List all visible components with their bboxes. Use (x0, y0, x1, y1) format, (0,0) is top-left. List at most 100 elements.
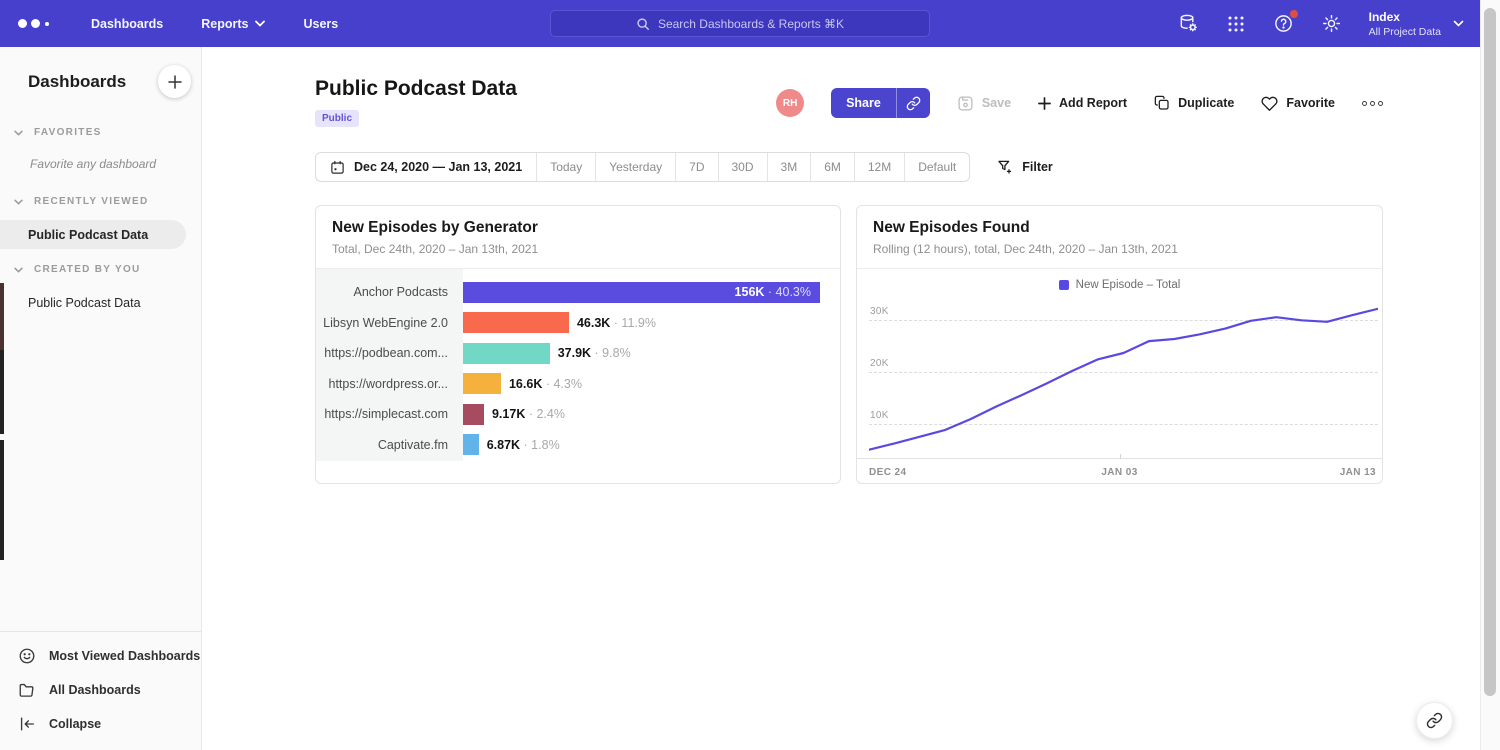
section-created-by-you[interactable]: CREATED BY YOU (0, 264, 201, 275)
share-link-fab[interactable] (1416, 702, 1453, 739)
bar-segment[interactable]: 156K · 40.3% (463, 282, 820, 303)
range-preset-30d[interactable]: 30D (718, 153, 767, 181)
card-title: New Episodes Found (873, 219, 1366, 237)
brand-logo[interactable] (18, 19, 49, 28)
x-tick-label: DEC 24 (869, 467, 906, 478)
nav-reports[interactable]: Reports (201, 17, 265, 31)
bar-row: https://wordpress.or...16.6K · 4.3% (316, 369, 840, 400)
range-preset-default[interactable]: Default (904, 153, 969, 181)
bar-segment[interactable] (463, 434, 479, 455)
search-icon (636, 17, 650, 31)
x-axis-tick (1120, 454, 1121, 459)
duplicate-icon (1154, 95, 1170, 111)
avatar[interactable]: RH (776, 89, 804, 117)
chevron-down-icon (14, 130, 23, 136)
card-header: New Episodes by Generator Total, Dec 24t… (316, 206, 840, 269)
link-icon (1426, 712, 1443, 729)
project-name: Index (1369, 10, 1441, 24)
sidebar-item-public-podcast-data-2[interactable]: Public Podcast Data (0, 288, 186, 317)
nav-users[interactable]: Users (303, 17, 338, 31)
x-axis: DEC 24 JAN 03 JAN 13 (857, 458, 1382, 483)
sidebar-footer: Most Viewed Dashboards All Dashboards Co… (0, 631, 201, 750)
bar-track: 6.87K · 1.8% (463, 434, 840, 455)
section-favorites[interactable]: FAVORITES (0, 127, 201, 138)
bar-segment[interactable] (463, 343, 550, 364)
apps-grid-icon[interactable] (1226, 14, 1246, 34)
screen-edge-artifact (0, 283, 4, 350)
more-options-button[interactable] (1362, 97, 1383, 110)
date-range-picker[interactable]: Dec 24, 2020 — Jan 13, 2021 (316, 153, 536, 181)
bar-category-label: https://podbean.com... (316, 346, 463, 360)
copy-share-link-button[interactable] (896, 88, 930, 118)
notification-badge (1290, 10, 1298, 18)
line-chart[interactable]: 10K20K30K (869, 300, 1378, 458)
favorite-label: Favorite (1286, 96, 1335, 110)
search-input[interactable]: Search Dashboards & Reports ⌘K (550, 10, 930, 37)
bar-row: https://podbean.com...37.9K · 9.8% (316, 338, 840, 369)
range-preset-6m[interactable]: 6M (810, 153, 854, 181)
date-filter-toolbar: Dec 24, 2020 — Jan 13, 2021 TodayYesterd… (315, 152, 1480, 182)
range-preset-12m[interactable]: 12M (854, 153, 904, 181)
bar-chart[interactable]: Anchor Podcasts 156K · 40.3% Libsyn WebEng… (316, 269, 840, 475)
bar-value-label: 156K · 40.3% (735, 285, 811, 299)
bar-track: 9.17K · 2.4% (463, 404, 840, 425)
main-content: Public Podcast Data Public RH Share (202, 47, 1480, 750)
bar-category-label: https://wordpress.or... (316, 377, 463, 391)
settings-gear-icon[interactable] (1321, 13, 1342, 34)
bar-row: Libsyn WebEngine 2.046.3K · 11.9% (316, 308, 840, 339)
logo-dot (31, 19, 40, 28)
navbar-right-group: Index All Project Data (1178, 0, 1464, 47)
collapse-sidebar-button[interactable]: Collapse (0, 707, 201, 741)
sidebar-item-label: Public Podcast Data (28, 228, 148, 242)
range-preset-7d[interactable]: 7D (675, 153, 717, 181)
bar-value-label: 9.17K · 2.4% (492, 407, 565, 421)
bar-segment[interactable] (463, 312, 569, 333)
share-button-group: Share (831, 88, 930, 118)
card-new-episodes-found: New Episodes Found Rolling (12 hours), t… (856, 205, 1383, 484)
nav-dashboards[interactable]: Dashboards (91, 17, 163, 31)
project-info: Index All Project Data (1369, 10, 1441, 38)
bar-track: 37.9K · 9.8% (463, 343, 840, 364)
sidebar-item-public-podcast-data[interactable]: Public Podcast Data (0, 220, 186, 249)
date-range-label: Dec 24, 2020 — Jan 13, 2021 (354, 160, 522, 174)
chevron-down-icon (1453, 20, 1464, 27)
section-recently-viewed[interactable]: RECENTLY VIEWED (0, 196, 201, 207)
add-report-button[interactable]: Add Report (1038, 96, 1127, 110)
title-block: Public Podcast Data Public (315, 77, 517, 127)
duplicate-button[interactable]: Duplicate (1154, 95, 1234, 111)
help-icon[interactable] (1273, 13, 1294, 34)
bar-track: 16.6K · 4.3% (463, 373, 840, 394)
all-dashboards-button[interactable]: All Dashboards (0, 673, 201, 707)
favorite-button[interactable]: Favorite (1261, 95, 1335, 111)
share-button[interactable]: Share (831, 88, 896, 118)
save-label: Save (982, 96, 1011, 110)
folder-icon (18, 681, 36, 699)
project-switcher[interactable]: Index All Project Data (1369, 10, 1464, 38)
save-button[interactable]: Save (957, 95, 1011, 112)
bar-segment[interactable] (463, 373, 501, 394)
data-sources-icon[interactable] (1178, 13, 1199, 34)
create-dashboard-button[interactable] (158, 65, 191, 98)
logo-dot (18, 19, 27, 28)
legend-swatch (1059, 280, 1069, 290)
page-scrollbar-thumb[interactable] (1484, 8, 1496, 696)
range-preset-yesterday[interactable]: Yesterday (595, 153, 675, 181)
filter-funnel-icon (997, 159, 1013, 175)
filter-button[interactable]: Filter (997, 159, 1053, 175)
x-tick-label: JAN 03 (1101, 467, 1137, 478)
bar-segment[interactable] (463, 404, 484, 425)
bar-category-label: Captivate.fm (316, 438, 463, 452)
sidebar-item-label: Public Podcast Data (28, 296, 141, 310)
search-placeholder: Search Dashboards & Reports ⌘K (658, 17, 844, 31)
line-series (869, 300, 1378, 458)
primary-nav: Dashboards Reports Users (91, 17, 338, 31)
bar-category-label: Anchor Podcasts (316, 285, 463, 299)
chevron-down-icon (14, 267, 23, 273)
sidebar-header: Dashboards (0, 47, 201, 98)
all-dashboards-label: All Dashboards (49, 683, 141, 697)
range-preset-today[interactable]: Today (536, 153, 595, 181)
section-favorites-label: FAVORITES (34, 127, 102, 138)
sidebar: Dashboards FAVORITES Favorite any dashbo… (0, 47, 202, 750)
most-viewed-dashboards-button[interactable]: Most Viewed Dashboards (0, 639, 201, 673)
range-preset-3m[interactable]: 3M (767, 153, 811, 181)
